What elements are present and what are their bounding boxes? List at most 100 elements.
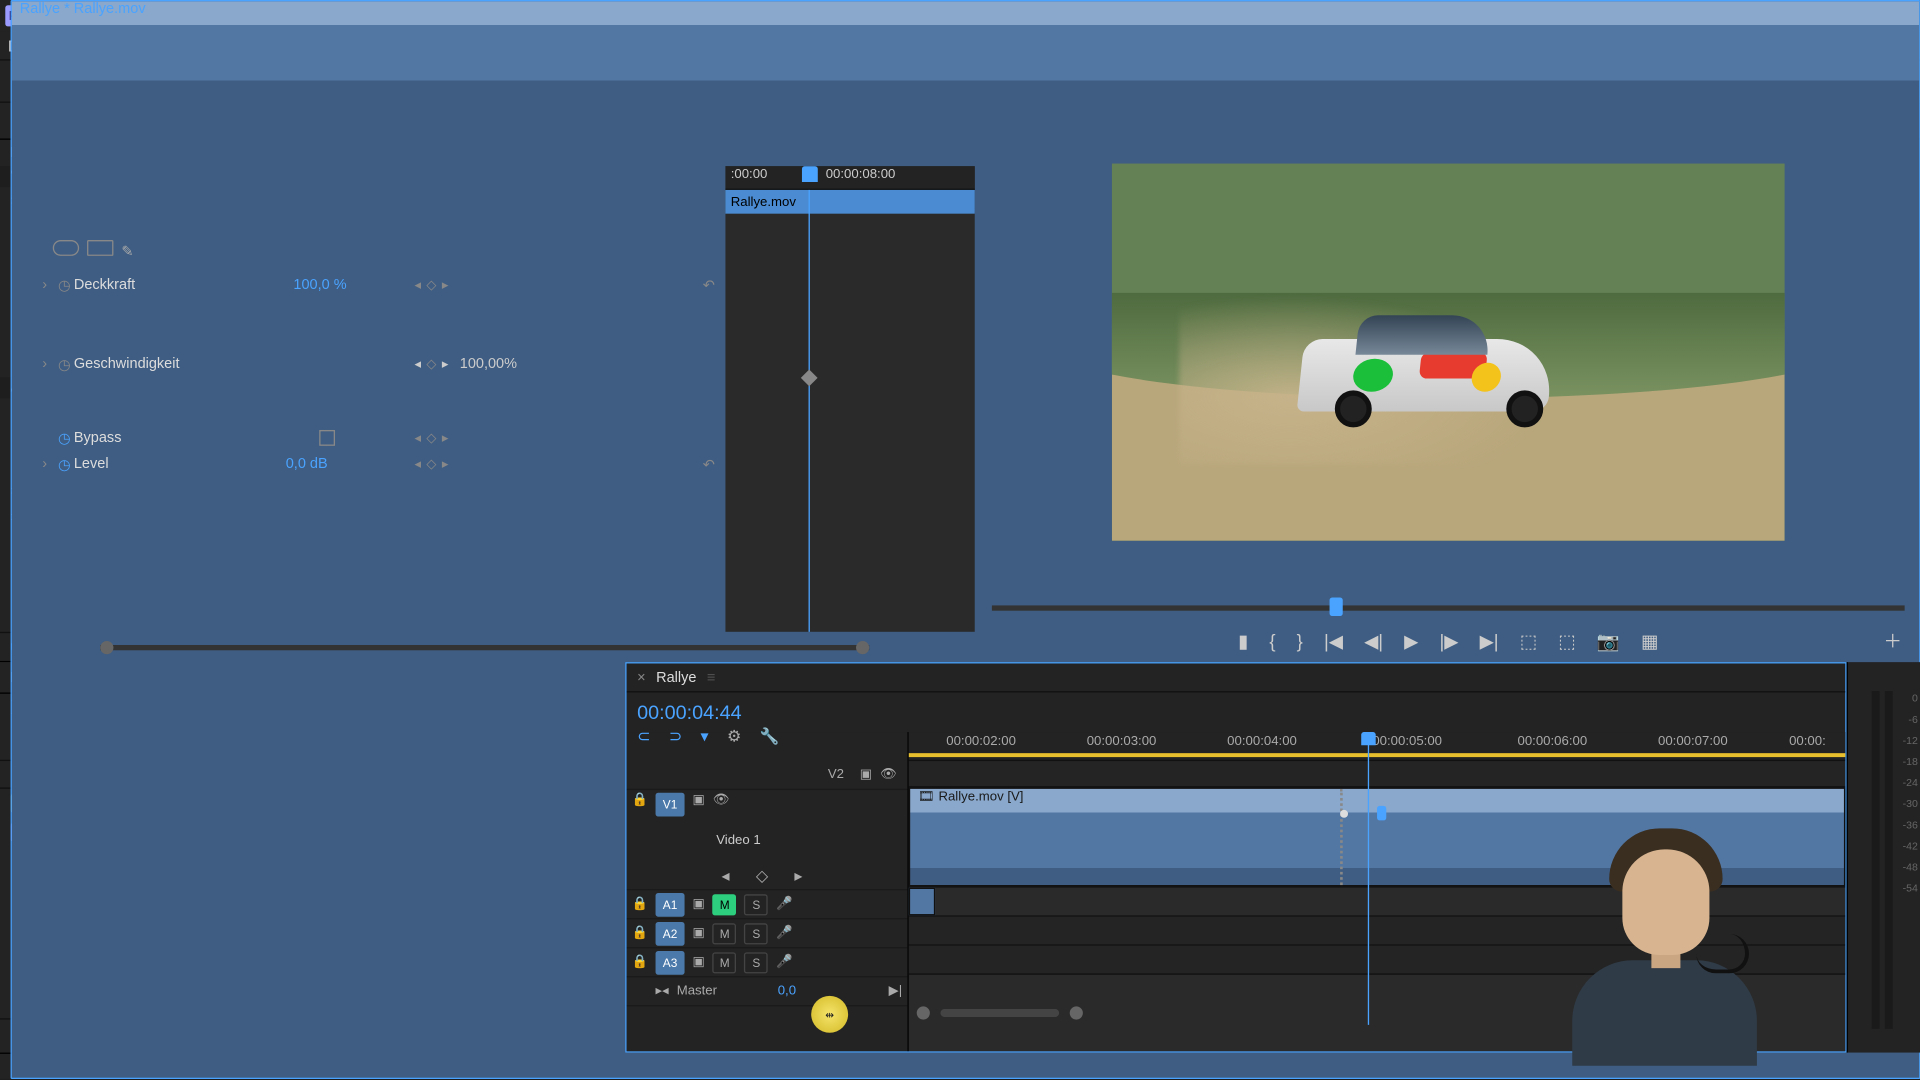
eye-icon[interactable]: 👁 xyxy=(713,793,730,808)
prev-key-icon[interactable]: ◂ xyxy=(414,278,421,293)
expand-level[interactable]: › xyxy=(42,456,58,472)
voice-record-icon[interactable]: 🎤 xyxy=(776,897,792,912)
mute-button[interactable]: M xyxy=(713,952,737,973)
ellipse-mask-icon[interactable] xyxy=(53,240,79,256)
solo-button[interactable]: S xyxy=(745,952,769,973)
go-end-icon[interactable]: ▶| xyxy=(889,984,903,999)
stopwatch-icon[interactable]: ◷ xyxy=(58,429,74,446)
stopwatch-icon[interactable]: ◷ xyxy=(58,355,74,372)
timeline-timecode[interactable]: 00:00:04:44 xyxy=(637,701,742,723)
expand-speed[interactable]: › xyxy=(42,356,58,372)
step-forward-icon[interactable]: |▶ xyxy=(1440,630,1459,652)
tl-scroll-left[interactable] xyxy=(917,1006,930,1019)
add-key-icon[interactable]: ◇ xyxy=(426,357,436,372)
next-key-icon[interactable]: ▸ xyxy=(794,867,802,885)
tl-scroll-right[interactable] xyxy=(1070,1006,1083,1019)
a2-target[interactable]: A2 xyxy=(656,921,685,945)
timeline-ruler[interactable]: 00:00:02:00 00:00:03:00 00:00:04:00 00:0… xyxy=(909,732,1845,761)
stopwatch-icon[interactable]: ◷ xyxy=(58,276,74,293)
level-value[interactable]: 0,0 dB xyxy=(286,456,328,472)
next-key-icon[interactable]: ▸ xyxy=(442,457,449,472)
prev-key-icon[interactable]: ◂ xyxy=(414,431,421,446)
reset-icon[interactable]: ↶ xyxy=(703,276,715,293)
add-marker-icon[interactable]: ▮ xyxy=(1238,630,1248,652)
program-monitor[interactable] xyxy=(976,140,1920,563)
lock-icon[interactable]: 🔒 xyxy=(632,793,648,808)
solo-button[interactable]: S xyxy=(745,894,769,915)
snap-icon[interactable]: ⊂ xyxy=(637,727,650,745)
sequence-tab-menu[interactable]: ≡ xyxy=(707,669,715,685)
go-out-icon[interactable]: ▶| xyxy=(1480,630,1499,652)
v2-track-lane[interactable] xyxy=(909,761,1845,787)
timeline-playhead[interactable] xyxy=(1368,732,1369,1025)
mix-icon[interactable]: ▸◂ xyxy=(656,984,669,999)
a1-target[interactable]: A1 xyxy=(656,892,685,916)
prev-key-icon[interactable]: ◂ xyxy=(414,457,421,472)
close-sequence-icon[interactable]: × xyxy=(637,669,645,685)
mark-in-icon[interactable]: { xyxy=(1269,630,1275,651)
master-level[interactable]: 0,0 xyxy=(778,984,796,999)
lock-icon[interactable]: 🔒 xyxy=(632,926,648,941)
lift-icon[interactable]: ⬚ xyxy=(1520,630,1537,652)
stopwatch-icon[interactable]: ◷ xyxy=(58,456,74,473)
lock-icon[interactable]: 🔒 xyxy=(632,897,648,912)
lock-icon[interactable]: 🔒 xyxy=(632,955,648,970)
add-key-icon[interactable]: ◇ xyxy=(426,457,436,472)
effect-scroll-knob[interactable] xyxy=(100,640,113,653)
program-scrubber[interactable] xyxy=(992,592,1905,621)
sync-lock-icon[interactable]: ▣ xyxy=(692,897,704,912)
play-icon[interactable]: ▶ xyxy=(1404,630,1418,652)
comparison-icon[interactable]: ▦ xyxy=(1641,630,1658,652)
solo-button[interactable]: S xyxy=(745,923,769,944)
opacity-value[interactable]: 100,0 % xyxy=(293,277,346,293)
keyframe-diamond[interactable] xyxy=(801,369,818,386)
linked-selection-icon[interactable]: ⊃ xyxy=(669,727,682,745)
timeline-settings-icon[interactable]: ⚙ xyxy=(727,727,741,745)
voice-record-icon[interactable]: 🎤 xyxy=(776,926,792,941)
bypass-checkbox[interactable] xyxy=(319,430,335,446)
reset-icon[interactable]: ↶ xyxy=(703,456,715,473)
eye-icon[interactable]: 👁 xyxy=(880,768,897,783)
expand-opacity[interactable]: › xyxy=(42,277,58,293)
wrench-icon[interactable]: 🔧 xyxy=(760,727,780,745)
add-key-icon[interactable]: ◇ xyxy=(426,278,436,293)
bypass-label: Bypass xyxy=(74,430,122,446)
effect-ruler-tc1: 00:00:08:00 xyxy=(826,168,896,183)
v1-target[interactable]: V1 xyxy=(656,793,685,817)
prev-key-icon[interactable]: ◂ xyxy=(721,867,729,885)
step-back-icon[interactable]: ◀| xyxy=(1364,630,1383,652)
export-frame-icon[interactable]: 📷 xyxy=(1597,630,1620,652)
sync-lock-icon[interactable]: ▣ xyxy=(860,768,872,783)
effect-playhead[interactable] xyxy=(809,190,810,632)
add-marker-icon[interactable]: ▾ xyxy=(701,727,709,745)
ruler-tick: 00:00:05:00 xyxy=(1372,735,1442,750)
next-key-icon[interactable]: ▸ xyxy=(442,357,449,372)
go-in-icon[interactable]: |◀ xyxy=(1324,630,1343,652)
mute-button[interactable]: M xyxy=(713,894,737,915)
opacity-label: Deckkraft xyxy=(74,277,135,293)
prev-key-icon[interactable]: ◂ xyxy=(414,357,421,372)
speed-value[interactable]: 100,00% xyxy=(460,356,517,372)
v2-target[interactable]: V2 xyxy=(828,768,844,783)
next-key-icon[interactable]: ▸ xyxy=(442,431,449,446)
button-editor-icon[interactable]: ＋ xyxy=(1884,628,1902,654)
ruler-tick: 00:00: xyxy=(1789,735,1826,750)
sync-lock-icon[interactable]: ▣ xyxy=(692,955,704,970)
program-playhead[interactable] xyxy=(1330,598,1343,616)
voice-record-icon[interactable]: 🎤 xyxy=(776,955,792,970)
pen-mask-icon[interactable]: ✎ xyxy=(121,243,133,260)
mute-button[interactable]: M xyxy=(713,923,737,944)
add-key-icon[interactable]: ◇ xyxy=(756,867,768,885)
sequence-tab[interactable]: Rallye xyxy=(656,669,696,685)
effect-playhead-marker[interactable] xyxy=(802,166,818,182)
mark-out-icon[interactable]: } xyxy=(1297,630,1303,651)
a3-target[interactable]: A3 xyxy=(656,950,685,974)
extract-icon[interactable]: ⬚ xyxy=(1558,630,1575,652)
sync-lock-icon[interactable]: ▣ xyxy=(692,793,704,808)
sync-lock-icon[interactable]: ▣ xyxy=(692,926,704,941)
next-key-icon[interactable]: ▸ xyxy=(442,278,449,293)
rect-mask-icon[interactable] xyxy=(87,240,113,256)
add-key-icon[interactable]: ◇ xyxy=(426,431,436,446)
effect-scroll-knob[interactable] xyxy=(856,640,869,653)
audio-clip[interactable] xyxy=(909,888,935,916)
